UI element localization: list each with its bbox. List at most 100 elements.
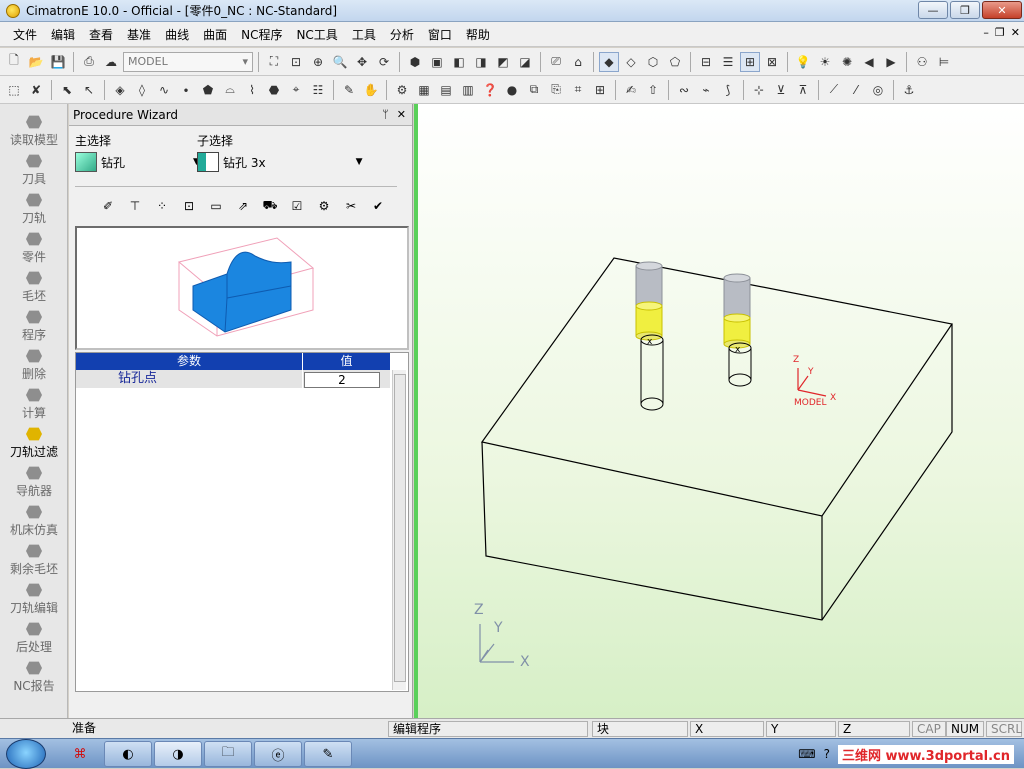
axis-icon[interactable]: ⊹	[749, 80, 769, 100]
select-all-icon[interactable]: ⬚	[4, 80, 24, 100]
printer-icon[interactable]: ⎙	[79, 52, 99, 72]
nc-stock-button[interactable]: 毛坯	[0, 268, 68, 307]
filter-datum-icon[interactable]: ⌖	[286, 80, 306, 100]
menu-analysis[interactable]: 分析	[383, 26, 421, 43]
mdi-close-button[interactable]: ✕	[1011, 26, 1020, 39]
filter-icon[interactable]: ⊟	[696, 52, 716, 72]
calc-run-icon[interactable]: ⚙	[313, 196, 335, 216]
tool-select-icon[interactable]: ⊤	[124, 196, 146, 216]
filter-face-icon[interactable]: ◈	[110, 80, 130, 100]
zoom-window-icon[interactable]: ⊡	[286, 52, 306, 72]
export-icon[interactable]: ⇗	[232, 196, 254, 216]
layer-icon[interactable]: ☰	[718, 52, 738, 72]
slash-icon[interactable]: ⁄	[846, 80, 866, 100]
param-header[interactable]: 参数	[76, 353, 302, 370]
pick-icon[interactable]: ⬉	[57, 80, 77, 100]
pan-icon[interactable]: ✥	[352, 52, 372, 72]
mdi-minimize-button[interactable]: –	[983, 26, 989, 39]
render-mode-icon[interactable]: ⬠	[665, 52, 685, 72]
anchor-icon[interactable]: ⚓	[899, 80, 919, 100]
draft-icon[interactable]: ✍	[621, 80, 641, 100]
eraser-icon[interactable]: ✐	[97, 196, 119, 216]
forward-arrow-icon[interactable]: ▶	[881, 52, 901, 72]
value-header[interactable]: 值	[303, 353, 390, 370]
filter-wire-icon[interactable]: ⌇	[242, 80, 262, 100]
view-front-icon[interactable]: ▣	[427, 52, 447, 72]
help-doc-icon[interactable]: ❓	[480, 80, 500, 100]
hidden-line-icon[interactable]: ⬡	[643, 52, 663, 72]
nc-remaining-stock-button[interactable]: 剩余毛坯	[0, 541, 68, 580]
nc-list-icon[interactable]: ▤	[436, 80, 456, 100]
view-iso-icon[interactable]: ⬢	[405, 52, 425, 72]
nc-toolpath-button[interactable]: 刀轨	[0, 190, 68, 229]
nc-machine-sim-button[interactable]: 机床仿真	[0, 502, 68, 541]
axis-move-icon[interactable]: ⊼	[793, 80, 813, 100]
menu-surface[interactable]: 曲面	[196, 26, 234, 43]
nc-part-button[interactable]: 零件	[0, 229, 68, 268]
filter-body-icon[interactable]: ⬣	[264, 80, 284, 100]
truck-icon[interactable]: ⛟	[259, 196, 281, 216]
menu-window[interactable]: 窗口	[421, 26, 459, 43]
save-check-icon[interactable]: ☑	[286, 196, 308, 216]
filter-edge-icon[interactable]: ◊	[132, 80, 152, 100]
shaded-icon[interactable]: ◆	[599, 51, 619, 72]
open-folder-icon[interactable]: 📂	[26, 52, 46, 72]
cimatron-active-task-icon[interactable]: ◑	[154, 741, 202, 767]
view-right-icon[interactable]: ◨	[471, 52, 491, 72]
menu-view[interactable]: 查看	[82, 26, 120, 43]
maximize-button[interactable]: ❐	[950, 1, 980, 19]
wireframe-icon[interactable]: ◇	[621, 52, 641, 72]
nc-frame-icon[interactable]: ⌗	[568, 80, 588, 100]
nc-grid-icon[interactable]: ⊞	[590, 80, 610, 100]
nc-tool-button[interactable]: 刀具	[0, 151, 68, 190]
menu-curve[interactable]: 曲线	[158, 26, 196, 43]
menu-nc-program[interactable]: NC程序	[234, 26, 289, 43]
cimatron-task-icon[interactable]: ◐	[104, 741, 152, 767]
sketch-icon[interactable]: ✎	[339, 80, 359, 100]
viewport-canvas[interactable]: x x Z Y X MODEL Z Y X	[418, 104, 1024, 718]
curve-green-icon[interactable]: ∾	[674, 80, 694, 100]
scrollbar-thumb[interactable]	[394, 374, 406, 682]
light-bulb-icon[interactable]: 💡	[793, 52, 813, 72]
minimize-button[interactable]: —	[918, 1, 948, 19]
nc-toolpath-filter-button[interactable]: 刀轨过滤	[0, 424, 68, 463]
curve-spline-icon[interactable]: ⟆	[718, 80, 738, 100]
nc-doc-icon[interactable]: ▥	[458, 80, 478, 100]
zoom-fit-icon[interactable]: ⛶	[264, 52, 284, 72]
axis-rotate-icon[interactable]: ⊻	[771, 80, 791, 100]
menu-help[interactable]: 帮助	[459, 26, 497, 43]
nc-post-process-button[interactable]: 后处理	[0, 619, 68, 658]
drill-points-value[interactable]: 2	[304, 372, 380, 388]
camera-view-icon[interactable]: ⎚	[546, 52, 566, 72]
view-manager-icon[interactable]: ⌂	[568, 52, 588, 72]
start-button[interactable]	[6, 739, 46, 769]
main-selection-dropdown[interactable]: 钻孔 ▼	[75, 152, 200, 172]
nc-table-icon[interactable]: ▦	[414, 80, 434, 100]
graphics-viewport[interactable]: x x Z Y X MODEL Z Y X	[414, 104, 1024, 718]
paint-task-icon[interactable]: ✎	[304, 741, 352, 767]
arrow-shape-icon[interactable]: ⇧	[643, 80, 663, 100]
filter-surface-icon[interactable]: ⌓	[220, 80, 240, 100]
menu-edit[interactable]: 编辑	[44, 26, 82, 43]
app-red-icon[interactable]: ⌘	[62, 741, 98, 767]
delete-select-icon[interactable]: ✘	[26, 80, 46, 100]
menu-tools[interactable]: 工具	[345, 26, 383, 43]
target-icon[interactable]: ◎	[868, 80, 888, 100]
nc-toolpath-edit-button[interactable]: 刀轨编辑	[0, 580, 68, 619]
filter-curve-icon[interactable]: ∿	[154, 80, 174, 100]
param-scrollbar[interactable]	[392, 370, 406, 690]
group-icon[interactable]: ⊠	[762, 52, 782, 72]
folder-task-icon[interactable]: 🗀	[204, 741, 252, 767]
tree-icon[interactable]: ⚇	[912, 52, 932, 72]
light-on-icon[interactable]: ☀	[815, 52, 835, 72]
finish-icon[interactable]: ✔	[367, 196, 389, 216]
nc-navigator-button[interactable]: 导航器	[0, 463, 68, 502]
menu-file[interactable]: 文件	[6, 26, 44, 43]
wizard-close-icon[interactable]: ✕	[397, 108, 406, 121]
nc-copy-icon[interactable]: ⧉	[524, 80, 544, 100]
tools-cross-icon[interactable]: ✂	[340, 196, 362, 216]
pin-icon[interactable]: ᛘ	[382, 108, 389, 121]
mdi-restore-button[interactable]: ❐	[995, 26, 1005, 39]
sub-selection-dropdown[interactable]: 钻孔 3x ▼	[197, 152, 362, 172]
zoom-select-icon[interactable]: ⊕	[308, 52, 328, 72]
